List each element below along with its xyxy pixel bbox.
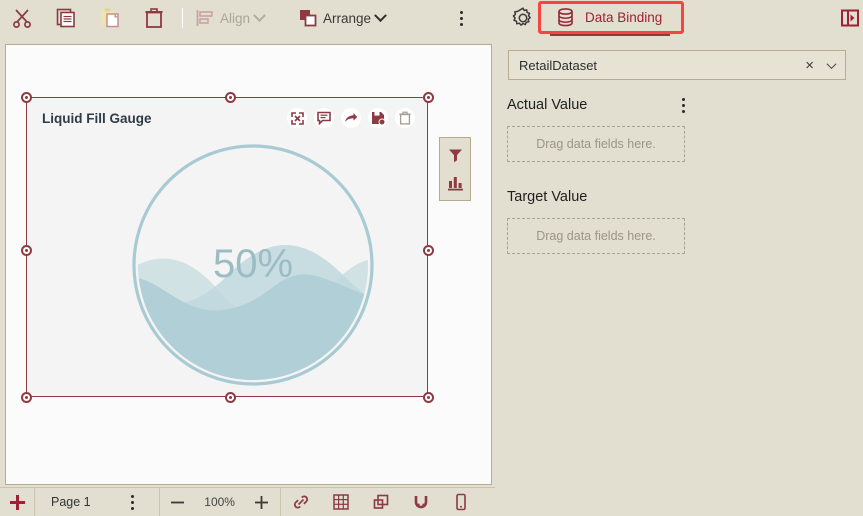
more-options-button[interactable] [439, 0, 483, 36]
chevron-down-icon[interactable] [826, 58, 837, 69]
report-canvas[interactable]: Liquid Fill Gauge 50% [5, 44, 492, 485]
chevron-down-icon [253, 8, 266, 22]
top-toolbar: Align Arrange Data Binding [0, 0, 863, 36]
shelf-title: Target Value [507, 189, 588, 205]
zoom-level-display[interactable]: 100% [196, 488, 244, 516]
resize-handle-ne[interactable] [423, 92, 434, 103]
liquid-fill-gauge: 50% [132, 144, 374, 386]
zoom-out-button[interactable] [160, 488, 196, 516]
resize-handle-w[interactable] [21, 245, 32, 256]
gear-icon [512, 7, 532, 26]
layers-button[interactable] [361, 488, 401, 516]
arrange-icon [300, 10, 317, 27]
kebab-icon [131, 494, 135, 510]
layers-icon [373, 494, 388, 509]
dropzone-actual-value[interactable]: Drag data fields here. [507, 126, 685, 162]
shelf-options-button[interactable] [682, 97, 685, 113]
resize-handle-sw[interactable] [21, 392, 32, 403]
add-page-button[interactable] [0, 488, 34, 516]
mobile-icon [455, 493, 466, 511]
expand-panel-button[interactable] [828, 0, 863, 36]
tab-data-binding[interactable]: Data Binding [543, 2, 678, 32]
comment-icon[interactable] [314, 108, 334, 128]
filter-icon[interactable] [447, 147, 464, 164]
minus-icon [171, 501, 185, 503]
paste-icon [101, 8, 119, 28]
plus-icon [255, 495, 269, 509]
chart-icon[interactable] [446, 173, 465, 192]
cut-icon [13, 9, 31, 28]
panel-expand-icon [841, 9, 859, 27]
tab-data-binding-label: Data Binding [585, 9, 663, 25]
clear-dataset-icon[interactable]: × [805, 58, 814, 73]
copy-icon [56, 8, 75, 28]
dropzone-placeholder: Drag data fields here. [536, 137, 656, 151]
dataset-select-value: RetailDataset [519, 57, 598, 73]
shelf-header: Actual Value [507, 92, 685, 118]
resize-handle-s[interactable] [225, 392, 236, 403]
dropzone-placeholder: Drag data fields here. [536, 229, 656, 243]
settings-button[interactable] [501, 0, 545, 36]
delete-button[interactable] [132, 0, 176, 36]
shelf-header: Target Value [507, 184, 685, 210]
align-menu[interactable]: Align [189, 0, 270, 36]
resize-handle-se[interactable] [423, 392, 434, 403]
widget-header: Liquid Fill Gauge [27, 98, 427, 138]
plus-icon [9, 494, 25, 510]
widget-icon-group [287, 108, 415, 128]
paste-button[interactable] [88, 0, 132, 36]
copy-button[interactable] [44, 0, 88, 36]
share-icon[interactable] [341, 108, 361, 128]
grid-icon [332, 494, 349, 510]
delete-icon[interactable] [395, 108, 415, 128]
link-icon [293, 495, 308, 509]
status-bar: Page 1 100% [0, 487, 495, 516]
magnet-button[interactable] [401, 488, 441, 516]
trash-icon [145, 8, 163, 28]
arrange-label: Arrange [323, 10, 372, 26]
database-icon [558, 7, 573, 26]
resize-handle-n[interactable] [225, 92, 236, 103]
page-tab[interactable]: Page 1 [35, 488, 107, 516]
link-button[interactable] [281, 488, 321, 516]
shelf-target-value: Target Value Drag data fields here. [507, 184, 685, 254]
binding-shelves: Actual Value Drag data fields here. Targ… [507, 92, 685, 254]
mobile-button[interactable] [441, 488, 481, 516]
chevron-down-icon [374, 8, 387, 22]
dropzone-target-value[interactable]: Drag data fields here. [507, 218, 685, 254]
liquid-fill-gauge-widget[interactable]: Liquid Fill Gauge 50% [21, 92, 434, 403]
kebab-icon [459, 10, 463, 26]
widget-side-toolbar [439, 137, 471, 201]
gauge-value-label: 50% [213, 242, 293, 286]
arrange-menu[interactable]: Arrange [292, 0, 391, 36]
data-binding-panel: RetailDataset × Actual Value Drag data f… [495, 36, 863, 516]
page-options-button[interactable] [107, 488, 159, 516]
shelf-title: Actual Value [507, 97, 588, 113]
align-icon [196, 10, 213, 26]
maximize-icon[interactable] [287, 108, 307, 128]
magnet-icon [414, 496, 427, 509]
dataset-select[interactable]: RetailDataset × [508, 50, 846, 80]
align-label: Align [220, 10, 251, 26]
canvas-area: Liquid Fill Gauge 50% [0, 36, 495, 487]
zoom-in-button[interactable] [244, 488, 280, 516]
shelf-actual-value: Actual Value Drag data fields here. [507, 92, 685, 162]
widget-title: Liquid Fill Gauge [42, 110, 152, 126]
resize-handle-e[interactable] [423, 245, 434, 256]
application-window: Align Arrange Data Binding Liquid Fill G… [0, 0, 863, 516]
page-tab-label: Page 1 [51, 495, 91, 509]
resize-handle-nw[interactable] [21, 92, 32, 103]
zoom-level-label: 100% [204, 495, 235, 509]
cut-button[interactable] [0, 0, 44, 36]
toolbar-divider [182, 8, 183, 28]
save-icon[interactable] [368, 108, 388, 128]
grid-button[interactable] [321, 488, 361, 516]
